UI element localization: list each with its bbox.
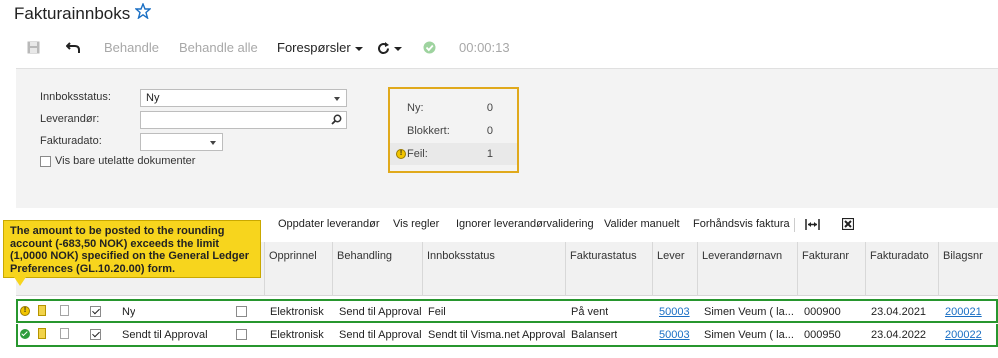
warning-icon: ! [396, 149, 406, 159]
supplier-input[interactable] [140, 111, 347, 129]
update-supplier-button[interactable]: Oppdater leverandør [278, 218, 380, 230]
row-flag-checkbox[interactable] [236, 306, 247, 317]
search-icon[interactable] [331, 114, 342, 125]
row-select-checkbox[interactable] [90, 329, 101, 340]
summary-error-count: 1 [486, 148, 493, 160]
chevron-down-icon [354, 46, 363, 51]
invoice-date-select[interactable] [140, 133, 223, 151]
column-header[interactable]: Fakturastatus [565, 242, 652, 296]
supplier-name-cell: Simen Veum ( la... [704, 306, 794, 318]
column-header[interactable]: Fakturadato [865, 242, 938, 296]
column-header[interactable]: Opprinnel [264, 242, 332, 296]
inbox-status-col-cell: Feil [428, 306, 446, 318]
invoice-status-cell: Balansert [571, 329, 618, 341]
warning-icon[interactable]: ! [20, 306, 30, 316]
requests-menu[interactable]: Forespørsler [277, 34, 363, 62]
invoice-date-cell: 23.04.2022 [871, 329, 927, 341]
title-bar: Fakturainnboks [0, 0, 998, 28]
supplier-id-link[interactable]: 50003 [659, 306, 690, 318]
error-tooltip: The amount to be posted to the rounding … [3, 220, 261, 278]
invoice-status-cell: På vent [571, 306, 609, 318]
column-header[interactable]: Bilagsnr [938, 242, 998, 296]
column-header[interactable]: Fakturanr [797, 242, 865, 296]
tooltip-arrow [14, 277, 26, 286]
star-outline-icon[interactable] [135, 3, 151, 19]
voucher-no-link[interactable]: 200022 [945, 329, 982, 341]
ok-icon[interactable] [20, 329, 30, 339]
supplier-name-cell: Simen Veum ( la... [704, 329, 794, 341]
summary-blocked-label: Blokkert: [407, 125, 450, 137]
requests-label: Forespørsler [277, 40, 351, 55]
inbox-status-cell: Ny [122, 306, 136, 318]
process-button[interactable]: Behandle [104, 34, 159, 62]
column-header[interactable]: Behandling [332, 242, 422, 296]
column-header[interactable]: Leverandørnavn [697, 242, 797, 296]
processing-cell: Send til Approval [339, 306, 422, 318]
summary-new-row: Ny: 0 [390, 97, 517, 119]
inbox-status-value: Ny [146, 92, 160, 104]
chevron-down-icon [394, 46, 402, 51]
inbox-status-label: Innboksstatus: [40, 91, 111, 103]
row-flag-checkbox[interactable] [236, 329, 247, 340]
ignore-validation-button[interactable]: Ignorer leverandørvalidering [456, 218, 594, 230]
refresh-menu[interactable] [377, 34, 402, 62]
summary-new-label: Ny: [407, 102, 424, 114]
preview-invoice-button[interactable]: Forhåndsvis faktura [693, 218, 790, 230]
fit-columns-icon[interactable] [805, 219, 820, 230]
main-toolbar: Behandle Behandle alle Forespørsler 00:0… [0, 34, 998, 62]
invoice-no-cell: 000950 [804, 329, 841, 341]
origin-cell: Elektronisk [270, 306, 324, 318]
summary-error-label: Feil: [407, 148, 428, 160]
refresh-icon [378, 42, 390, 55]
chevron-down-icon [334, 97, 340, 101]
page-title: Fakturainnboks [14, 4, 131, 23]
invoice-date-label: Fakturadato: [40, 135, 102, 147]
skip-docs-checkbox[interactable] [40, 156, 51, 167]
summary-box: Ny: 0 Blokkert: 0 ! Feil: 1 [388, 87, 519, 173]
document-icon[interactable] [60, 305, 69, 316]
summary-error-row[interactable]: ! Feil: 1 [390, 143, 517, 165]
processing-cell: Send til Approval [339, 329, 422, 341]
inbox-status-select[interactable]: Ny [140, 89, 347, 107]
supplier-id-link[interactable]: 50003 [659, 329, 690, 341]
skip-docs-label: Vis bare utelatte dokumenter [55, 155, 196, 167]
inbox-status-cell: Sendt til Approval [122, 329, 208, 341]
invoice-date-cell: 23.04.2021 [871, 306, 927, 318]
origin-cell: Elektronisk [270, 329, 324, 341]
table-row[interactable]: Sendt til Approval Elektronisk Send til … [16, 324, 998, 347]
timer: 00:00:13 [459, 40, 510, 55]
inbox-status-col-cell: Sendt til Visma.net Approval [428, 329, 566, 341]
show-rules-button[interactable]: Vis regler [393, 218, 439, 230]
summary-new-count: 0 [486, 102, 493, 114]
row-select-checkbox[interactable] [90, 306, 101, 317]
voucher-no-link[interactable]: 200021 [945, 306, 982, 318]
summary-blocked-count: 0 [486, 125, 493, 137]
toolbar-divider [794, 218, 795, 232]
summary-blocked-row: Blokkert: 0 [390, 120, 517, 142]
save-icon[interactable] [27, 41, 40, 54]
attachment-icon[interactable] [38, 328, 46, 339]
document-icon[interactable] [60, 328, 69, 339]
column-header[interactable]: Lever [652, 242, 697, 296]
supplier-label: Leverandør: [40, 113, 100, 125]
invoice-no-cell: 000900 [804, 306, 841, 318]
process-all-button[interactable]: Behandle alle [179, 34, 258, 62]
column-header[interactable]: Innboksstatus [422, 242, 565, 296]
excel-export-icon[interactable] [842, 218, 854, 230]
table-row[interactable]: ! Ny Elektronisk Send til Approval Feil … [16, 299, 998, 323]
validate-manual-button[interactable]: Valider manuelt [604, 218, 680, 230]
chevron-down-icon [210, 141, 216, 145]
attachment-icon[interactable] [38, 305, 46, 316]
check-circle-icon [423, 41, 436, 54]
undo-icon[interactable] [66, 42, 80, 54]
